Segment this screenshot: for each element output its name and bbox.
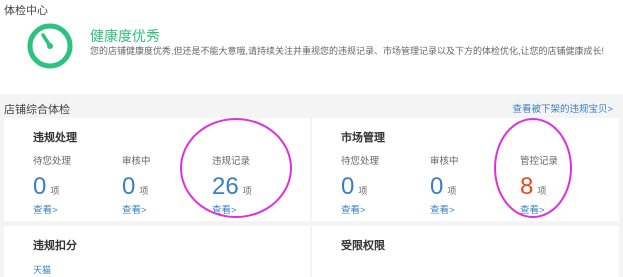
stat-violation-records: 违规记录 26 项 查看> <box>212 153 292 216</box>
stat-unit: 项 <box>139 186 149 196</box>
stat-value: 0 <box>33 173 47 200</box>
violations-panel: 违规处理 待您处理 0 项 查看> 审核中 0 项 查看> 违规记录 26 项 … <box>4 118 310 221</box>
view-link[interactable]: 查看> <box>212 202 292 216</box>
stat-unit: 项 <box>537 186 547 196</box>
stat-label: 待您处理 <box>33 156 72 167</box>
stat-label: 待您处理 <box>341 156 380 167</box>
view-removed-items-link[interactable]: 查看被下架的违规宝贝> <box>512 101 613 115</box>
restriction-panel: 受限权限 <box>312 226 619 277</box>
stopwatch-gauge-icon <box>26 22 74 70</box>
view-link[interactable]: 查看> <box>33 202 113 216</box>
page-title: 体检中心 <box>4 5 48 17</box>
stat-pending: 待您处理 0 项 查看> <box>33 153 113 216</box>
view-link[interactable]: 查看> <box>341 202 421 216</box>
view-link[interactable]: 查看> <box>520 202 600 216</box>
tmall-link[interactable]: 天猫 <box>33 263 51 276</box>
stat-label: 审核中 <box>430 156 459 167</box>
stat-value: 0 <box>122 173 136 200</box>
stat-value: 0 <box>341 173 355 200</box>
stat-value: 0 <box>430 173 444 200</box>
restriction-title: 受限权限 <box>341 240 385 252</box>
stat-unit: 项 <box>447 186 457 196</box>
health-summary-panel: 体检中心 健康度优秀 您的店铺健康度优秀,但还是不能大意哦,请持续关注并重视您的… <box>0 0 623 94</box>
overview-section-label: 店铺综合体检 <box>4 104 70 116</box>
stat-control-records: 管控记录 8 项 查看> <box>520 153 600 216</box>
deduction-title: 违规扣分 <box>33 240 77 252</box>
violations-title: 违规处理 <box>33 132 77 144</box>
view-link[interactable]: 查看> <box>430 202 510 216</box>
stat-reviewing: 审核中 0 项 查看> <box>430 153 510 216</box>
stat-label: 管控记录 <box>520 156 559 167</box>
stat-unit: 项 <box>358 186 368 196</box>
stat-reviewing: 审核中 0 项 查看> <box>122 153 202 216</box>
market-management-panel: 市场管理 待您处理 0 项 查看> 审核中 0 项 查看> 管控记录 8 项 查… <box>312 118 619 221</box>
stat-label: 审核中 <box>122 156 151 167</box>
stat-pending: 待您处理 0 项 查看> <box>341 153 421 216</box>
market-title: 市场管理 <box>341 132 385 144</box>
health-description: 您的店铺健康度优秀,但还是不能大意哦,请持续关注并重视您的违规记录、市场管理记录… <box>90 46 605 56</box>
view-link[interactable]: 查看> <box>122 202 202 216</box>
stat-label: 违规记录 <box>212 156 251 167</box>
stat-value: 26 <box>212 173 239 200</box>
health-status-text: 健康度优秀 <box>90 28 160 44</box>
stat-value: 8 <box>520 173 534 200</box>
stat-unit: 项 <box>50 186 60 196</box>
stat-unit: 项 <box>242 186 252 196</box>
